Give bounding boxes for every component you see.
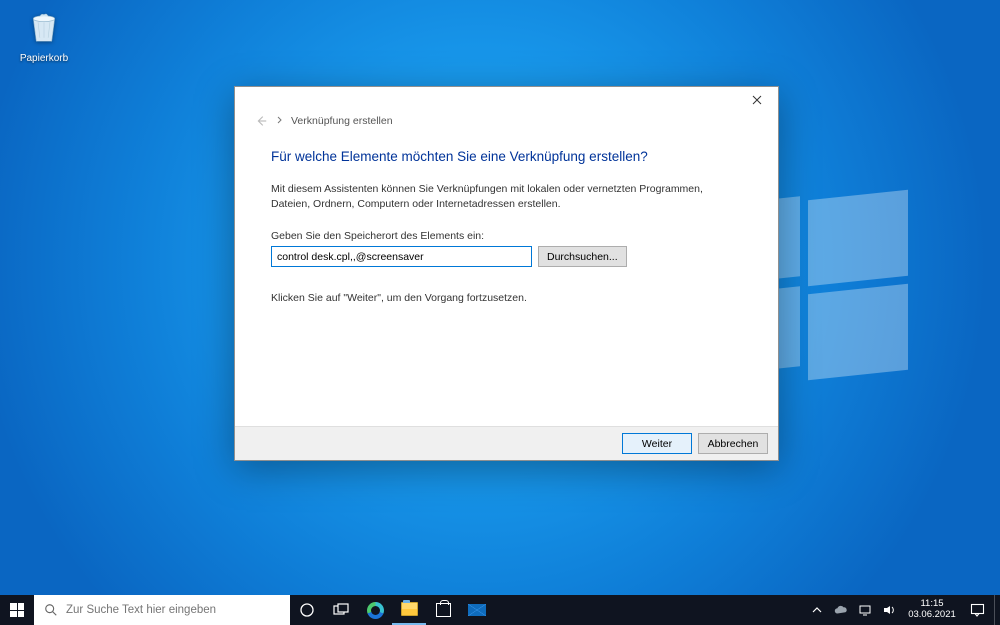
location-input[interactable] <box>271 246 532 267</box>
location-label: Geben Sie den Speicherort des Elements e… <box>271 230 742 242</box>
create-shortcut-dialog: Verknüpfung erstellen Für welche Element… <box>234 86 779 461</box>
cortana-button[interactable] <box>290 595 324 625</box>
file-explorer-button[interactable] <box>392 595 426 625</box>
dialog-titlebar <box>235 87 778 113</box>
dialog-body: Für welche Elemente möchten Sie eine Ver… <box>235 143 778 426</box>
mail-button[interactable] <box>460 595 494 625</box>
breadcrumb-title: Verknüpfung erstellen <box>291 115 393 127</box>
action-center-button[interactable] <box>960 595 994 625</box>
task-view-icon <box>333 603 349 617</box>
action-center-icon <box>970 603 985 617</box>
tray-onedrive[interactable] <box>830 604 852 616</box>
continue-hint: Klicken Sie auf "Weiter", um den Vorgang… <box>271 291 721 306</box>
back-button[interactable] <box>253 113 269 129</box>
browse-button[interactable]: Durchsuchen... <box>538 246 627 267</box>
system-tray <box>802 595 904 625</box>
clock-date: 03.06.2021 <box>908 610 956 621</box>
cortana-icon <box>299 602 315 618</box>
breadcrumb: Verknüpfung erstellen <box>235 113 778 129</box>
close-button[interactable] <box>736 87 778 113</box>
windows-logo-icon <box>10 603 24 617</box>
cloud-icon <box>833 604 849 616</box>
chevron-up-icon <box>812 605 822 615</box>
mail-icon <box>468 604 486 616</box>
cancel-button[interactable]: Abbrechen <box>698 433 768 454</box>
tray-volume[interactable] <box>878 603 900 617</box>
edge-button[interactable] <box>358 595 392 625</box>
tray-network[interactable] <box>854 603 876 617</box>
taskbar-clock[interactable]: 11:15 03.06.2021 <box>904 595 960 625</box>
taskbar-apps <box>290 595 494 625</box>
task-view-button[interactable] <box>324 595 358 625</box>
store-button[interactable] <box>426 595 460 625</box>
recycle-bin-label: Papierkorb <box>12 53 76 64</box>
next-button[interactable]: Weiter <box>622 433 692 454</box>
edge-icon <box>367 602 384 619</box>
tray-overflow-button[interactable] <box>806 605 828 615</box>
taskbar-search[interactable] <box>34 595 290 625</box>
recycle-bin-icon <box>25 8 63 46</box>
dialog-heading: Für welche Elemente möchten Sie eine Ver… <box>271 149 742 164</box>
network-icon <box>858 603 872 617</box>
back-arrow-icon <box>254 114 268 128</box>
dialog-footer: Weiter Abbrechen <box>235 426 778 460</box>
show-desktop-button[interactable] <box>994 595 1000 625</box>
file-explorer-icon <box>401 602 418 616</box>
volume-icon <box>882 603 896 617</box>
search-icon <box>44 603 58 617</box>
store-icon <box>436 603 451 617</box>
close-icon <box>752 95 762 105</box>
breadcrumb-separator-icon <box>277 116 283 127</box>
dialog-description: Mit diesem Assistenten können Sie Verknü… <box>271 182 721 212</box>
start-button[interactable] <box>0 595 34 625</box>
recycle-bin[interactable]: Papierkorb <box>12 8 76 64</box>
search-input[interactable] <box>66 604 280 616</box>
taskbar: 11:15 03.06.2021 <box>0 595 1000 625</box>
